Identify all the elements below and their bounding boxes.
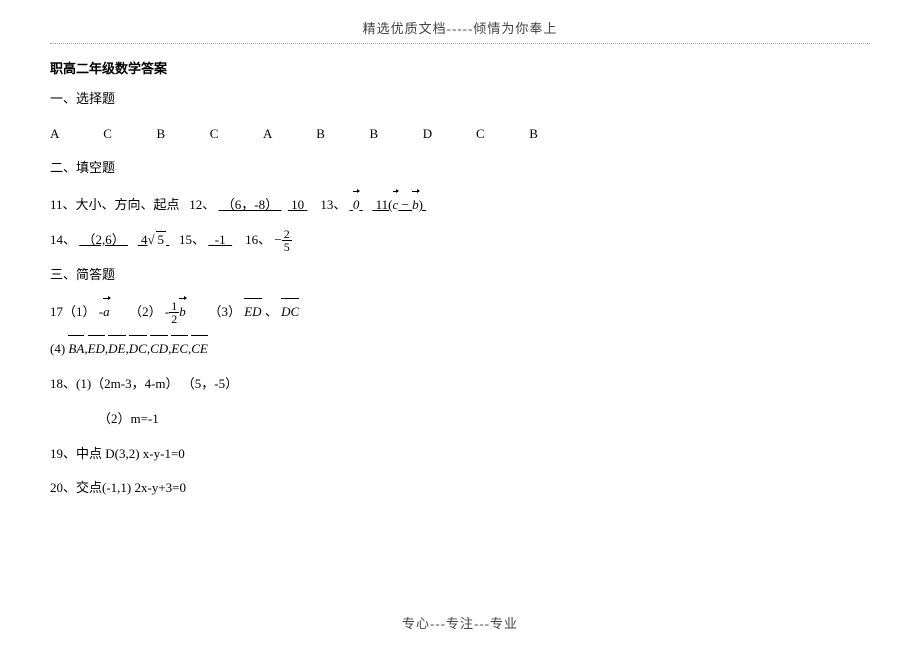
q17-3-vec2: DC [281, 298, 299, 325]
mc-answer: B [316, 122, 366, 147]
section1-label: 一、选择题 [50, 87, 870, 112]
mc-answer: C [476, 122, 526, 147]
q18-row-b: （2）m=-1 [50, 407, 870, 432]
mc-answer: C [210, 122, 260, 147]
document-title: 职高二年级数学答案 [50, 58, 870, 77]
page-header: 精选优质文档-----倾情为你奉上 [50, 18, 870, 37]
q13-answer-b: 11(c − b) [372, 191, 426, 218]
q17-4-vec: DE [108, 335, 125, 362]
q20-row: 20、交点(-1,1) 2x-y+3=0 [50, 476, 870, 501]
document-page: 精选优质文档-----倾情为你奉上 职高二年级数学答案 一、选择题 A C B … [0, 0, 920, 501]
q15-answer: -1 [208, 228, 232, 253]
q18-row-a: 18、(1)（2m-3，4-m） （5，-5） [50, 372, 870, 397]
q17-row: 17（1） -a （2） -12b （3） ED 、 DC [50, 298, 870, 326]
q12-lead: 12、 [189, 197, 215, 212]
page-footer: 专心---专注---专业 [0, 613, 920, 632]
q14-answer-a: （2,6） [79, 228, 128, 253]
mc-answer: B [370, 122, 420, 147]
q17-4-row: (4) BA,ED,DE,DC,CD,EC,CE [50, 335, 870, 362]
q13-answer-a: 0 [350, 191, 363, 218]
mc-answer: D [423, 122, 473, 147]
mc-answer: A [50, 122, 100, 147]
q11-text: 11、大小、方向、起点 [50, 197, 180, 212]
q16-lead: 16、 [245, 232, 271, 247]
mc-answer: B [529, 122, 579, 147]
q12-answer-b: 10 [288, 193, 308, 218]
section2-label: 二、填空题 [50, 156, 870, 181]
q17-2-label: （2） [129, 304, 162, 319]
q17-3-sep: 、 [265, 304, 278, 319]
q17-4-label: (4) [50, 341, 65, 356]
mc-answer: B [157, 122, 207, 147]
q17-4-vec: CD [150, 335, 168, 362]
section3-label: 三、简答题 [50, 263, 870, 288]
q17-4-vec: ED [88, 335, 105, 362]
q14-lead: 14、 [50, 232, 76, 247]
q17-4-vec: EC [171, 335, 188, 362]
q17-3-vec1: ED [244, 298, 261, 325]
q12-answer-a: （6，-8） [219, 193, 282, 218]
q14-answer-b: 45 [138, 228, 170, 253]
fill-blank-row-2: 14、 （2,6） 45 15、 -1 16、 −25 [50, 228, 870, 254]
q17-1-label: 17（1） [50, 304, 96, 319]
mc-answer: A [263, 122, 313, 147]
header-divider [50, 43, 870, 44]
q15-lead: 15、 [179, 232, 205, 247]
q17-1-answer: -a [99, 304, 110, 319]
q17-4-vec: CE [191, 335, 208, 362]
fill-blank-row-1: 11、大小、方向、起点 12、 （6，-8） 10 13、 0 11(c − b… [50, 191, 870, 218]
q19-row: 19、中点 D(3,2) x-y-1=0 [50, 442, 870, 467]
q13-lead: 13、 [320, 197, 346, 212]
q17-4-vec: BA [68, 335, 84, 362]
multiple-choice-answers: A C B C A B B D C B [50, 122, 870, 147]
mc-answer: C [103, 122, 153, 147]
q17-4-vec: DC [129, 335, 147, 362]
q16-answer: −25 [274, 232, 291, 247]
q17-2-answer: -12b [165, 304, 186, 319]
q17-3-label: （3） [208, 304, 241, 319]
